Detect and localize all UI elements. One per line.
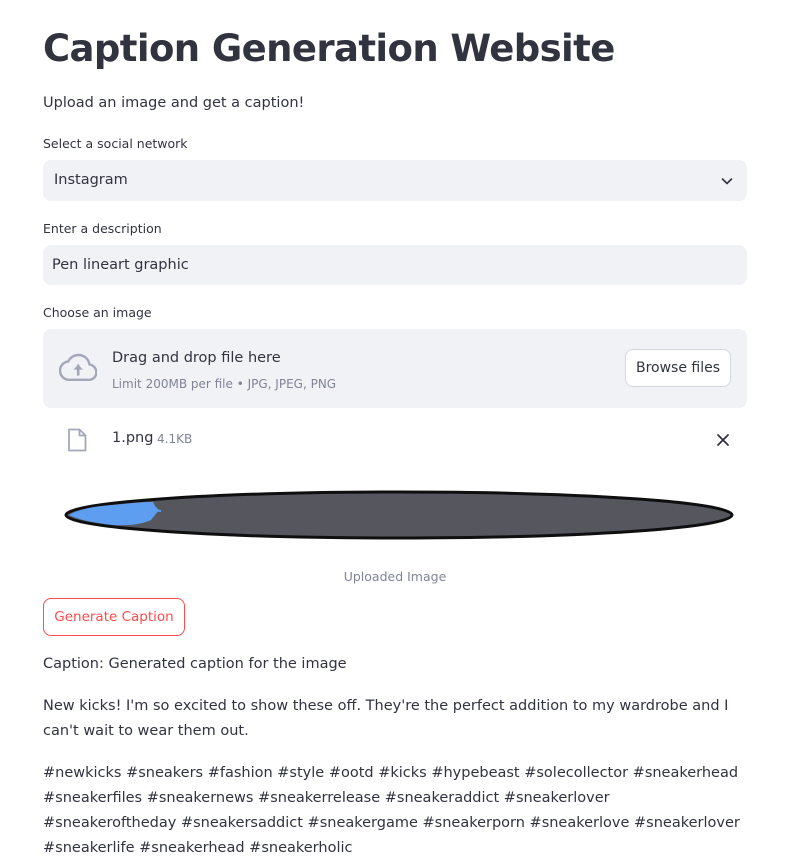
- browse-files-button[interactable]: Browse files: [625, 349, 731, 387]
- file-dropzone[interactable]: Drag and drop file here Limit 200MB per …: [43, 329, 747, 408]
- social-network-select-value: Instagram: [54, 172, 128, 188]
- social-network-select[interactable]: Instagram: [43, 160, 747, 201]
- dropzone-limits: Limit 200MB per file • JPG, JPEG, PNG: [112, 377, 337, 391]
- uploaded-file-item: 1.png 4.1KB: [43, 420, 747, 460]
- description-label: Enter a description: [43, 221, 162, 236]
- close-icon[interactable]: [713, 430, 733, 450]
- caption-body: New kicks! I'm so excited to show these …: [43, 698, 729, 739]
- uploader-label: Choose an image: [43, 305, 152, 320]
- page-title: Caption Generation Website: [43, 27, 615, 70]
- generate-caption-button[interactable]: Generate Caption: [43, 598, 185, 636]
- chevron-down-icon: [721, 178, 733, 185]
- file-size: 4.1KB: [157, 432, 193, 446]
- social-select-label: Select a social network: [43, 136, 188, 151]
- caption-hashtags: #newkicks #sneakers #fashion #style #oot…: [43, 765, 740, 856]
- uploaded-image: [64, 490, 734, 540]
- file-name: 1.png: [112, 430, 154, 446]
- caption-output: Caption: Generated caption for the image: [43, 656, 347, 672]
- cloud-upload-icon: [59, 353, 97, 381]
- page-subtitle: Upload an image and get a caption!: [43, 95, 305, 111]
- file-icon: [68, 428, 87, 452]
- image-caption: Uploaded Image: [343, 569, 447, 584]
- description-input[interactable]: [43, 245, 747, 285]
- dropzone-title: Drag and drop file here: [112, 350, 281, 366]
